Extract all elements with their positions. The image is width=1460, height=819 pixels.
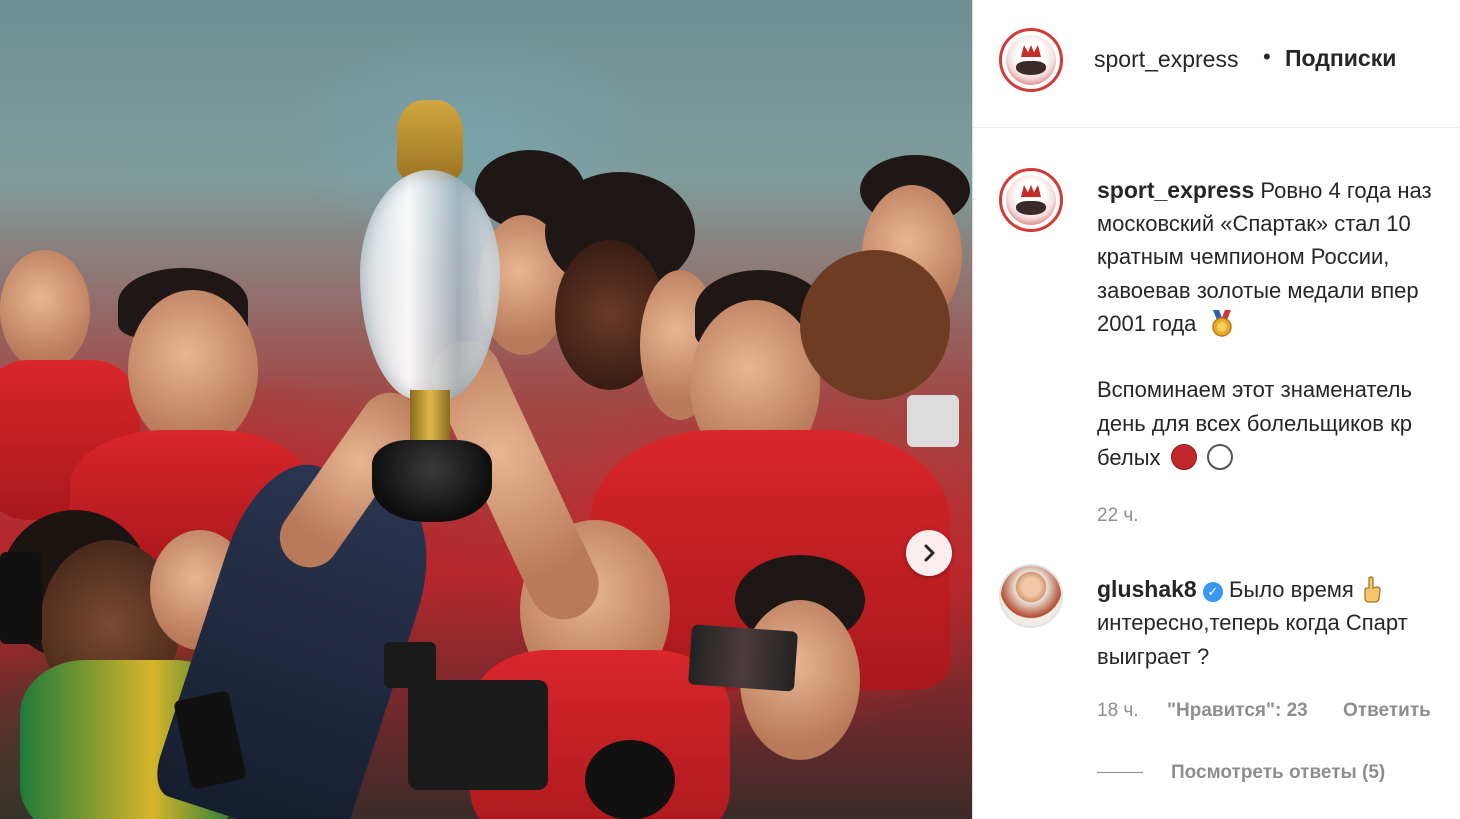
caption-line: день для всех болельщиков кр [1097,411,1412,436]
replies-divider [1097,772,1143,773]
camera-lens [585,740,675,819]
next-photo-button[interactable] [906,530,952,576]
author-avatar-image [1006,35,1056,85]
phone [0,552,42,644]
caption-line: Вспоминаем этот знаменатель [1097,377,1412,402]
comment-line: выиграет ? [1097,644,1210,669]
trophy-cup [360,170,500,400]
caption-line: завоевав золотые медали впер [1097,278,1419,303]
caption-line: кратным чемпионом России, [1097,244,1390,269]
post-photo[interactable] [0,0,972,819]
header-separator: • [1263,44,1271,69]
comment-likes[interactable]: "Нравится": 23 [1167,700,1308,722]
player-face [0,250,90,370]
caption-text: белых [1097,445,1161,470]
caption-line: московский «Спартак» стал 10 [1097,211,1411,236]
white-circle-icon [1206,444,1233,470]
caption-text: Ровно 4 года наз [1260,178,1432,203]
caption-username[interactable]: sport_express [1097,177,1254,203]
medal-icon [1211,310,1232,337]
caption-line: sport_express Ровно 4 года наз [1097,173,1432,208]
post-side-panel: sport_express • Подписки sport_express Р… [972,0,1460,819]
player-hair [800,250,950,400]
comment-timestamp[interactable]: 18 ч. [1097,700,1139,722]
caption-author-avatar[interactable] [999,168,1063,232]
author-avatar[interactable] [999,28,1063,92]
player-face [128,290,258,450]
phone [907,395,959,447]
comment-line: интересно,теперь когда Спарт [1097,610,1408,635]
header-username[interactable]: sport_express [1094,46,1238,73]
camera [408,680,548,790]
verified-badge-icon: ✓ [1202,582,1223,602]
view-replies-button[interactable]: Посмотреть ответы (5) [1171,762,1385,784]
comment-username[interactable]: glushak8 [1097,576,1197,602]
following-button[interactable]: Подписки [1285,45,1396,72]
caption-line: белых [1097,441,1233,475]
caption-line: 2001 года [1097,307,1237,341]
trophy-base [372,440,492,522]
commenter-avatar[interactable] [999,564,1063,628]
hand-icon [1364,576,1381,603]
phone [688,624,798,692]
author-avatar-image [1006,175,1056,225]
red-circle-icon [1170,444,1197,470]
post-header: sport_express • Подписки [973,0,1460,128]
comment-text: Было время [1228,577,1354,602]
chevron-right-icon [924,544,935,562]
post-timestamp[interactable]: 22 ч. [1097,505,1139,527]
trophy-figurine [397,100,463,180]
comment-line: glushak8 ✓ Было время [1097,572,1384,607]
caption-text: 2001 года [1097,311,1197,336]
reply-button[interactable]: Ответить [1343,700,1431,722]
